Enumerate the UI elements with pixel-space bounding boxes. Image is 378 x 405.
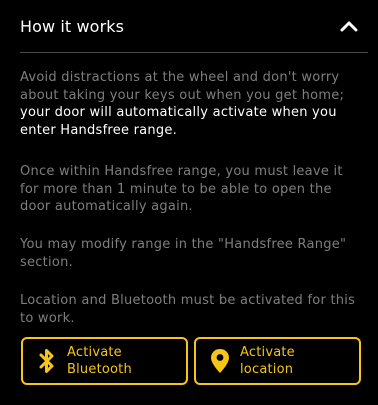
header-divider bbox=[20, 52, 368, 53]
how-it-works-panel: How it works Avoid distractions at the w… bbox=[0, 0, 378, 405]
location-pin-icon bbox=[204, 339, 236, 383]
activate-location-button[interactable]: Activate location bbox=[194, 337, 361, 385]
chevron-up-icon bbox=[340, 21, 358, 32]
paragraph-range-exit: Once within Handsfree range, you must le… bbox=[20, 164, 343, 214]
collapse-button[interactable] bbox=[332, 9, 366, 43]
paragraph-modify-range: You may modify range in the "Handsfree R… bbox=[20, 237, 347, 270]
activate-bluetooth-label: Activate Bluetooth bbox=[67, 345, 132, 377]
intro-highlight-text: your door will automatically activate wh… bbox=[20, 105, 337, 138]
intro-muted-text: Avoid distractions at the wheel and don'… bbox=[20, 70, 345, 103]
activate-bluetooth-button[interactable]: Activate Bluetooth bbox=[21, 337, 188, 385]
intro-end-text: . bbox=[172, 122, 178, 138]
bluetooth-icon bbox=[31, 339, 63, 383]
activate-location-label: Activate location bbox=[240, 345, 295, 377]
paragraph-requirements: Location and Bluetooth must be activated… bbox=[20, 293, 356, 326]
accordion-header[interactable]: How it works bbox=[0, 0, 378, 52]
paragraph-intro: Avoid distractions at the wheel and don'… bbox=[20, 69, 364, 139]
accordion-title: How it works bbox=[20, 16, 125, 36]
